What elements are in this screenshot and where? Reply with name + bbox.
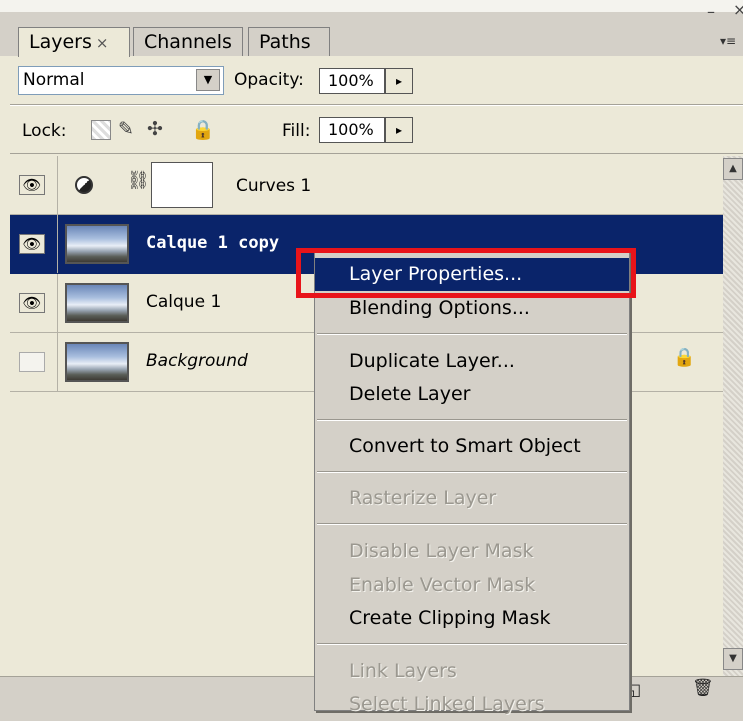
tab-channels[interactable]: Channels <box>133 27 243 56</box>
panel-menu-icon[interactable]: ▾≡ <box>720 34 736 48</box>
menu-item-enable-vector-mask[interactable]: Enable Vector Mask <box>315 569 629 602</box>
layer-name[interactable]: Calque 1 copy <box>146 233 279 253</box>
layer-thumbnail <box>65 224 129 264</box>
adjustment-layer-icon <box>75 176 93 194</box>
tab-channels-label: Channels <box>144 31 232 53</box>
eye-icon[interactable]: 👁 <box>19 293 45 313</box>
layer-thumbnail <box>65 283 129 323</box>
layer-row-curves[interactable]: 👁 <box>10 156 723 215</box>
opacity-slider-arrow-icon[interactable]: ▸ <box>385 68 413 94</box>
menu-separator <box>317 643 627 645</box>
scroll-down-icon[interactable]: ▼ <box>723 648 743 670</box>
menu-item-create-clipping-mask[interactable]: Create Clipping Mask <box>315 602 629 635</box>
menu-item-convert-smart-object[interactable]: Convert to Smart Object <box>315 430 629 463</box>
tab-paths[interactable]: Paths <box>248 27 330 56</box>
lock-all-icon[interactable]: 🔒 <box>191 118 215 141</box>
fill-label: Fill: <box>282 121 311 141</box>
visibility-cell[interactable]: 👁 <box>10 274 58 332</box>
menu-separator <box>317 333 627 335</box>
layer-name[interactable]: Calque 1 <box>146 292 221 312</box>
menu-item-rasterize-layer[interactable]: Rasterize Layer <box>315 482 629 515</box>
layer-name[interactable]: Background <box>146 351 248 371</box>
eye-icon[interactable]: 👁 <box>19 175 45 195</box>
layer-name[interactable]: Curves 1 <box>236 176 311 196</box>
menu-item-disable-layer-mask[interactable]: Disable Layer Mask <box>315 535 629 568</box>
lock-transparent-icon[interactable] <box>91 120 111 140</box>
visibility-cell[interactable]: 👁 <box>10 156 58 214</box>
visibility-cell[interactable] <box>10 333 58 391</box>
tab-paths-label: Paths <box>259 31 311 53</box>
tab-layers[interactable]: Layers × <box>18 27 130 57</box>
blend-mode-select[interactable]: Normal <box>18 66 224 95</box>
menu-item-select-linked-layers[interactable]: Select Linked Layers <box>315 688 629 721</box>
lock-brush-icon[interactable]: ✎ <box>118 118 134 140</box>
scroll-up-icon[interactable]: ▲ <box>723 158 743 180</box>
eye-icon[interactable]: 👁 <box>19 234 45 254</box>
menu-item-delete-layer[interactable]: Delete Layer <box>315 378 629 411</box>
minimize-icon[interactable]: – <box>707 2 715 21</box>
opacity-label: Opacity: <box>234 70 304 90</box>
menu-separator <box>317 523 627 525</box>
visibility-cell[interactable]: 👁 <box>10 215 58 273</box>
link-icon[interactable]: ⛓ <box>127 170 150 191</box>
menu-separator <box>317 471 627 473</box>
trash-icon[interactable]: 🗑 <box>692 678 714 698</box>
annotation-highlight-box <box>296 248 636 298</box>
title-strip <box>0 0 743 12</box>
opacity-field[interactable]: 100% <box>319 68 385 94</box>
menu-item-duplicate-layer[interactable]: Duplicate Layer... <box>315 345 629 378</box>
tab-close-icon[interactable]: × <box>96 34 109 52</box>
context-menu: Layer Properties... Blending Options... … <box>314 251 630 715</box>
divider-highlight <box>10 105 743 106</box>
divider <box>10 153 743 154</box>
menu-separator <box>317 419 627 421</box>
fill-field[interactable]: 100% <box>319 117 385 143</box>
vertical-scrollbar[interactable] <box>723 156 743 676</box>
lock-move-icon[interactable]: ✣ <box>147 118 163 140</box>
lock-icon: 🔒 <box>673 347 696 368</box>
chevron-down-icon[interactable]: ▼ <box>196 69 220 91</box>
close-icon[interactable]: × <box>733 0 743 19</box>
lock-label: Lock: <box>22 121 67 141</box>
menu-item-link-layers[interactable]: Link Layers <box>315 655 629 688</box>
layer-thumbnail <box>65 342 129 382</box>
fill-slider-arrow-icon[interactable]: ▸ <box>385 117 413 143</box>
visibility-toggle-empty[interactable] <box>19 352 45 372</box>
tab-layers-label: Layers <box>29 31 92 53</box>
layer-mask-thumbnail[interactable] <box>151 162 213 208</box>
